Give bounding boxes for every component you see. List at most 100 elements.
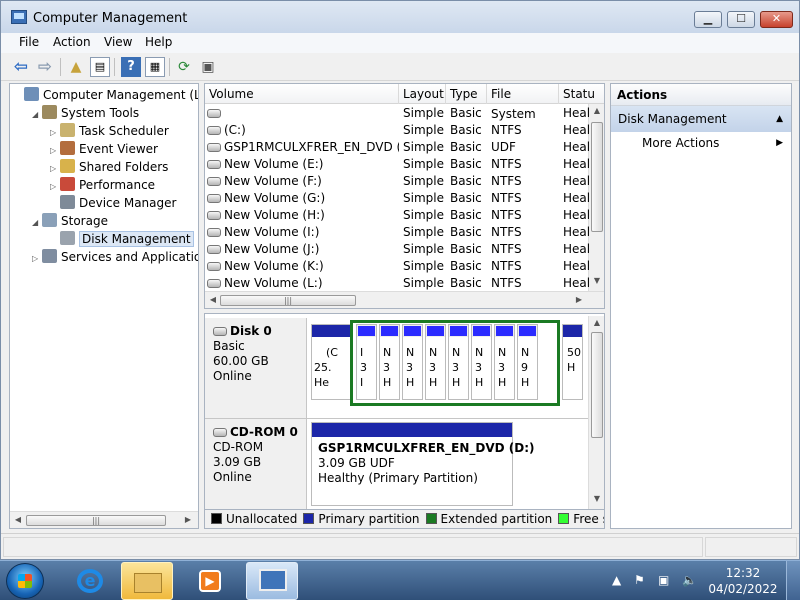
tree-item-label: Shared Folders	[79, 160, 169, 174]
clock-icon	[60, 123, 75, 137]
tree-horizontal-scrollbar[interactable]: ◀ ||| ▶	[10, 511, 198, 528]
tree-item[interactable]: Disk Management	[50, 230, 194, 248]
partition-bar	[380, 325, 399, 337]
toolbar-separator	[169, 58, 170, 76]
taskbar-media-player[interactable]: ▶	[184, 562, 236, 600]
help-icon[interactable]: ?	[121, 57, 141, 77]
column-type[interactable]: Type	[446, 84, 487, 104]
scroll-right-icon[interactable]: ▶	[182, 515, 194, 524]
logical-drive-label: N 3 H	[429, 345, 437, 390]
forward-arrow-icon[interactable]: ⇨	[35, 57, 55, 77]
tree-item[interactable]: ▷ Performance	[50, 176, 155, 194]
actions-section-disk-management[interactable]: Disk Management ▲	[611, 106, 791, 132]
tree-item-label: Event Viewer	[79, 142, 158, 156]
scroll-thumb[interactable]: |||	[220, 295, 356, 306]
taskbar-computer-management[interactable]	[246, 562, 298, 600]
column-layout[interactable]: Layout	[399, 84, 446, 104]
column-status[interactable]: Statu	[559, 84, 604, 104]
system-clock[interactable]: 12:32 04/02/2022	[708, 565, 778, 597]
collapse-icon[interactable]: ▲	[776, 106, 783, 132]
tree-item-label: Services and Applications	[61, 250, 198, 264]
close-button[interactable]: ✕	[760, 11, 793, 28]
show-desktop-button[interactable]	[786, 561, 800, 600]
disk-0-info[interactable]: Disk 0 Basic 60.00 GB Online	[205, 318, 307, 418]
volume-row[interactable]: New Volume (E:) Simple Basic NTFS Healt	[205, 156, 593, 173]
volume-muted-icon[interactable]: 🔈	[682, 573, 697, 587]
clock-date: 04/02/2022	[708, 582, 778, 596]
show-hidden-icons-icon[interactable]: ▲	[612, 573, 621, 587]
up-folder-icon[interactable]: ▲	[66, 57, 86, 77]
refresh-icon[interactable]: ⟳	[174, 57, 194, 77]
column-volume[interactable]: Volume	[205, 84, 399, 104]
tree-item[interactable]: Device Manager	[50, 194, 176, 212]
tree-item[interactable]: ▷ Services and Applications	[32, 248, 198, 268]
volume-row[interactable]: New Volume (G:) Simple Basic NTFS Healt	[205, 190, 593, 207]
logical-drive[interactable]: N 9 H	[517, 324, 538, 400]
volume-row[interactable]: New Volume (K:) Simple Basic NTFS Healt	[205, 258, 593, 275]
logical-drive[interactable]: N 3 H	[494, 324, 515, 400]
cdrom-partition-size: 3.09 GB UDF	[318, 456, 395, 470]
volume-row[interactable]: New Volume (F:) Simple Basic NTFS Healt	[205, 173, 593, 190]
legend-label: Extended partition	[440, 512, 553, 526]
disk-icon	[213, 327, 227, 336]
volume-row[interactable]: New Volume (J:) Simple Basic NTFS Healt	[205, 241, 593, 258]
column-file-system[interactable]: File System	[487, 84, 559, 121]
action-center-flag-icon[interactable]: ⚑	[634, 573, 645, 587]
show-hide-tree-icon[interactable]: ▤	[90, 57, 110, 77]
tree-item[interactable]: ▷ Shared Folders	[50, 158, 168, 176]
taskbar-windows-explorer[interactable]	[121, 562, 173, 600]
expander-icon[interactable]: ◢	[32, 214, 42, 232]
maximize-button[interactable]: ☐	[727, 11, 755, 28]
volume-row[interactable]: New Volume (I:) Simple Basic NTFS Healt	[205, 224, 593, 241]
menu-file[interactable]: File	[19, 35, 39, 49]
scroll-left-icon[interactable]: ◀	[207, 295, 219, 304]
scroll-left-icon[interactable]: ◀	[12, 515, 24, 524]
partition-bar	[403, 325, 422, 337]
scroll-thumb[interactable]: |||	[26, 515, 166, 526]
start-button[interactable]	[6, 563, 44, 599]
menu-help[interactable]: Help	[145, 35, 172, 49]
logical-drive[interactable]: N 3 H	[471, 324, 492, 400]
fs-cell: NTFS	[491, 276, 522, 290]
logical-drive[interactable]: N 3 H	[448, 324, 469, 400]
minimize-button[interactable]: ▁	[694, 11, 722, 28]
scroll-up-icon[interactable]: ▲	[589, 318, 604, 327]
menu-action[interactable]: Action	[53, 35, 91, 49]
tree-item[interactable]: ◢ System Tools	[32, 104, 139, 122]
volume-row[interactable]: New Volume (H:) Simple Basic NTFS Healt	[205, 207, 593, 224]
network-icon[interactable]: ▣	[658, 573, 669, 587]
tree-item[interactable]: ▷ Event Viewer	[50, 140, 158, 158]
volume-row[interactable]: New Volume (L:) Simple Basic NTFS Healt	[205, 275, 593, 292]
expander-icon[interactable]: ▷	[32, 250, 42, 268]
back-arrow-icon[interactable]: ⇦	[11, 57, 31, 77]
volume-list-horizontal-scrollbar[interactable]: ◀ ||| ▶	[205, 291, 604, 308]
disk-view-vertical-scrollbar[interactable]: ▲ ▼	[588, 316, 604, 510]
scroll-down-icon[interactable]: ▼	[589, 494, 604, 503]
logical-drive[interactable]: I 3 I	[356, 324, 377, 400]
volume-cell: New Volume (G:)	[207, 190, 399, 207]
title-bar[interactable]: Computer Management ▁ ☐ ✕	[1, 1, 799, 33]
tree-item[interactable]: Computer Management (Local	[14, 86, 198, 104]
export-icon[interactable]: ▣	[198, 57, 218, 77]
volume-row[interactable]: Simple Basic Healt	[205, 105, 593, 122]
partition-last[interactable]: 50 H	[562, 324, 583, 400]
logical-drive-line: H	[475, 376, 484, 389]
tree-item[interactable]: ▷ Task Scheduler	[50, 122, 169, 140]
properties-icon[interactable]: ▦	[145, 57, 165, 77]
scroll-thumb[interactable]	[591, 332, 603, 438]
cdrom-partition[interactable]: GSP1RMCULXFRER_EN_DVD (D:) 3.09 GB UDF H…	[311, 422, 535, 506]
partition-c[interactable]: (C 25. He	[311, 324, 351, 400]
taskbar: e ▶ ▲ ⚑ ▣ 🔈 12:32 04/02/2022	[0, 560, 800, 600]
logical-drive-label: N 9 H	[521, 345, 529, 390]
tree-item[interactable]: ◢ Storage	[32, 212, 108, 230]
logical-drive[interactable]: N 3 H	[379, 324, 400, 400]
volume-row[interactable]: (C:) Simple Basic NTFS Healt	[205, 122, 593, 139]
scroll-right-icon[interactable]: ▶	[573, 295, 585, 304]
logical-drive[interactable]: N 3 H	[402, 324, 423, 400]
taskbar-internet-explorer[interactable]: e	[64, 562, 116, 600]
expander-icon[interactable]: ◢	[32, 106, 42, 124]
logical-drive[interactable]: N 3 H	[425, 324, 446, 400]
menu-view[interactable]: View	[104, 35, 132, 49]
action-more-actions[interactable]: More Actions ▶	[611, 132, 791, 154]
volume-row[interactable]: GSP1RMCULXFRER_EN_DVD (D:) Simple Basic UDF…	[205, 139, 593, 156]
